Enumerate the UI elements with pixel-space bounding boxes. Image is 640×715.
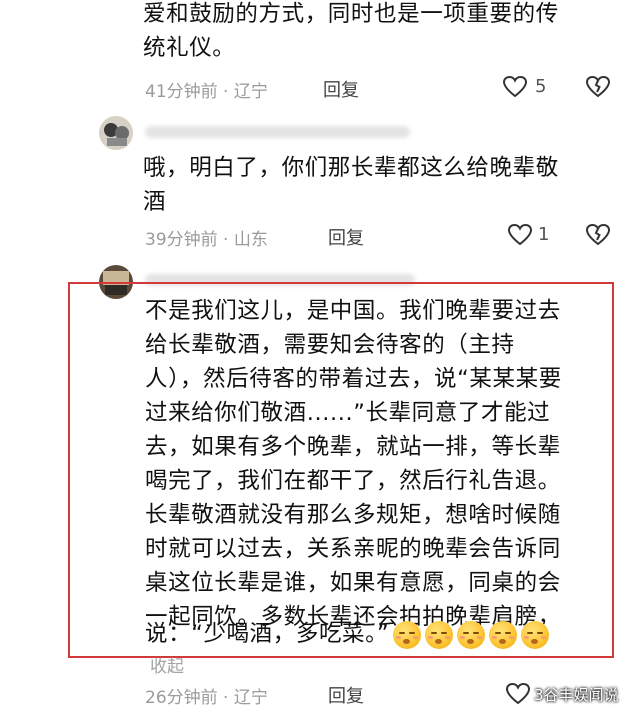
comment-text: 爱和鼓励的方式，同时也是一项重要的传 统礼仪。 xyxy=(143,1,559,61)
broken-heart-icon[interactable] xyxy=(585,74,611,100)
comment-meta: 39分钟前 · 山东 xyxy=(145,230,268,250)
shy-face-emoji xyxy=(457,620,486,649)
like-count: 5 xyxy=(535,76,547,97)
shy-face-emoji xyxy=(489,620,518,649)
like-count: 1 xyxy=(538,224,550,245)
comment-meta: 26分钟前 · 辽宁 xyxy=(145,688,268,708)
reply-button[interactable]: 回复 xyxy=(328,682,364,708)
comment-text: 不是我们这儿，是中国。我们晚辈要过去 给长辈敬酒，需要知会待客的（主持 人），然… xyxy=(145,298,562,630)
heart-outline-icon[interactable] xyxy=(505,681,531,707)
comment-last-line: 说：“少喝酒，多吃菜。” xyxy=(145,617,550,651)
reply-button[interactable]: 回复 xyxy=(323,76,359,102)
blurred-username xyxy=(145,126,410,138)
reply-button[interactable]: 回复 xyxy=(328,224,364,250)
shy-face-emoji xyxy=(393,620,422,649)
avatar[interactable] xyxy=(99,116,133,150)
comment-meta: 41分钟前 · 辽宁 xyxy=(145,82,268,102)
watermark: 3谷丰娱闻说 xyxy=(534,686,619,704)
shy-face-emoji xyxy=(425,620,454,649)
comment-text: 哦，明白了，你们那长辈都这么给晚辈敬 酒 xyxy=(143,155,559,215)
collapse-button[interactable]: 收起 xyxy=(150,652,184,677)
broken-heart-icon[interactable] xyxy=(585,222,611,248)
comment-last-line-text: 说：“少喝酒，多吃菜。” xyxy=(145,621,390,647)
heart-outline-icon[interactable] xyxy=(502,74,528,100)
shy-face-emoji xyxy=(521,620,550,649)
heart-outline-icon[interactable] xyxy=(507,222,533,248)
